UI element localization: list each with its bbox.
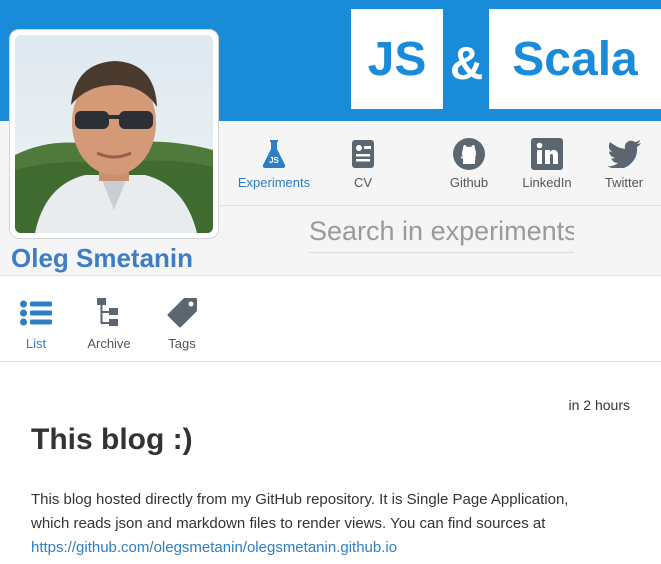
post-source-link[interactable]: https://github.com/olegsmetanin/olegsmet… [31,539,397,556]
svg-text:JS: JS [269,156,279,165]
top-nav-divider [220,205,661,206]
tree-icon [97,297,121,329]
nav-twitter-label: Twitter [604,175,644,190]
logo-ampersand: & [450,37,484,89]
subnav-tags[interactable]: Tags [152,297,212,351]
subnav-tags-label: Tags [168,336,196,351]
avatar-photo [15,35,213,233]
subnav-archive-label: Archive [87,336,131,351]
list-icon [20,297,52,329]
post-body-line: which reads json and markdown files to r… [31,515,546,532]
profile-name[interactable]: Oleg Smetanin [11,243,193,274]
github-icon [453,138,485,170]
subnav-archive[interactable]: Archive [79,297,139,351]
post-time: in 2 hours [568,397,630,413]
sub-nav: List Archive Tags [0,275,661,362]
subnav-list-label: List [25,336,47,351]
nav-twitter[interactable]: Twitter [584,138,661,190]
nav-github-label: Github [449,175,489,190]
nav-cv[interactable]: CV [323,138,403,190]
post-title[interactable]: This blog :) [31,423,193,457]
logo-scala[interactable]: Scala [489,9,661,109]
post-body: This blog hosted directly from my GitHub… [31,488,631,560]
nav-linkedin[interactable]: LinkedIn [507,138,587,190]
subnav-list[interactable]: List [6,297,66,351]
search-input[interactable] [309,211,574,253]
logo-js[interactable]: JS [351,9,443,109]
nav-cv-label: CV [353,175,373,190]
nav-experiments-label: Experiments [237,175,311,190]
twitter-icon [607,138,641,170]
document-icon [352,138,374,170]
nav-github[interactable]: Github [429,138,509,190]
post-card: in 2 hours This blog :) This blog hosted… [0,363,661,564]
nav-experiments[interactable]: JS Experiments [234,138,314,190]
post-body-line: This blog hosted directly from my GitHub… [31,491,569,508]
nav-linkedin-label: LinkedIn [522,175,572,190]
flask-icon: JS [261,138,287,170]
avatar[interactable] [9,29,219,239]
linkedin-icon [531,138,563,170]
tag-icon [166,297,198,329]
